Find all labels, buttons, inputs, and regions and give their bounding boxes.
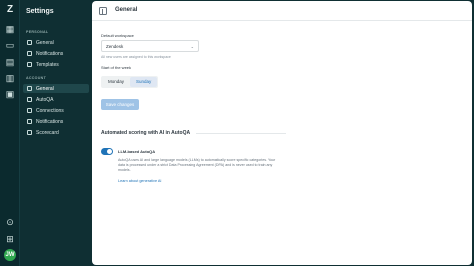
sidebar-title: Settings [26,8,54,15]
sidebar-item-label: Templates [36,61,59,68]
chart-icon[interactable]: ▤ [5,57,15,67]
template-icon [27,62,32,67]
avatar[interactable]: JW [4,249,16,261]
learn-generative-ai-link[interactable]: Learn about generative AI [118,179,301,183]
main-panel: General Default workspace Zendesk ⌄ All … [92,1,472,265]
inbox-icon[interactable]: ▭ [5,40,15,50]
tickets-icon[interactable]: ▣ [5,89,15,99]
sidebar-item-scorecard[interactable]: Scorecard [23,128,89,137]
workspace-select-value: Zendesk [106,43,124,49]
sidebar-item-label: Notifications [36,50,64,57]
section-header-personal: PERSONAL [26,30,49,34]
section-header-account: ACCOUNT [26,76,47,80]
sidebar-item-label: General [36,85,54,92]
sidebar-item-personal-general[interactable]: General [23,38,89,47]
sidebar-item-personal-notifications[interactable]: Notifications [23,49,89,58]
dashboard-icon[interactable]: ▦ [5,24,15,34]
zendesk-logo-icon[interactable]: Z [5,5,15,15]
week-start-label: Start of the week [101,65,132,70]
sidebar-item-label: General [36,39,54,46]
bell-icon [27,119,32,124]
save-button[interactable]: Save changes [101,99,139,110]
settings-content: Default workspace Zendesk ⌄ All new user… [101,33,301,183]
sidebar-item-templates[interactable]: Templates [23,60,89,69]
week-option-monday[interactable]: Monday [102,77,130,87]
help-icon[interactable]: ⊙ [5,217,15,227]
autoqa-section-header: Automated scoring with AI in AutoQA [101,130,301,136]
autoqa-icon [27,97,32,102]
workspace-hint: All new users are assigned to this works… [101,55,171,59]
workspace-select[interactable]: Zendesk ⌄ [101,40,199,52]
bell-icon [27,51,32,56]
sidebar-item-label: Connections [36,107,64,114]
settings-sidebar: Settings PERSONAL General Notifications … [20,0,92,266]
llm-toggle-label: LLM-based AutoQA [118,149,156,154]
book-icon[interactable]: ▥ [5,73,15,83]
week-option-sunday[interactable]: Sunday [130,76,158,87]
autoqa-section-title: Automated scoring with AI in AutoQA [101,130,191,136]
workspace-label: Default workspace [101,33,134,38]
page-title: General [115,7,138,13]
app-rail: Z ▦ ▭ ▤ ▥ ▣ ⊙ ⊞ JW [0,0,20,266]
llm-description: AutoQA uses AI and large language models… [118,158,276,173]
apps-grid-icon[interactable]: ⊞ [5,234,15,244]
section-divider [196,132,287,134]
sidebar-item-connections[interactable]: Connections [23,106,89,115]
link-icon [27,108,32,113]
user-icon [27,40,32,45]
sidebar-item-account-general[interactable]: General [23,84,89,93]
chevron-down-icon: ⌄ [190,43,194,49]
sidebar-item-label: Scorecard [36,129,59,136]
llm-autoqa-toggle[interactable] [101,148,113,155]
sidebar-item-autoqa[interactable]: AutoQA [23,95,89,104]
llm-toggle-row: LLM-based AutoQA [101,148,301,155]
top-bar: General [92,1,472,21]
week-start-toggle: Monday Sunday [101,75,159,88]
sidebar-item-label: AutoQA [36,96,54,103]
scorecard-icon [27,130,32,135]
toggle-sidebar-icon[interactable] [99,7,107,15]
sidebar-item-label: Notifications [36,118,64,125]
gear-icon [27,86,32,91]
sidebar-item-account-notifications[interactable]: Notifications [23,117,89,126]
